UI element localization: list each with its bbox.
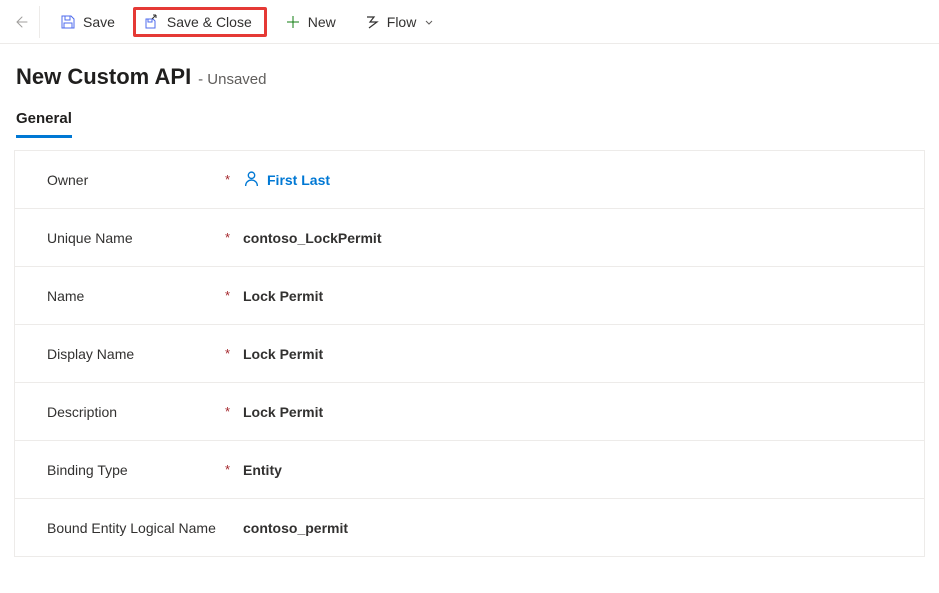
owner-name: First Last bbox=[267, 172, 330, 188]
field-binding-type[interactable]: Binding Type * Entity bbox=[15, 441, 924, 499]
plus-icon bbox=[285, 14, 301, 30]
owner-lookup-value[interactable]: First Last bbox=[243, 170, 330, 190]
required-mark: * bbox=[225, 230, 243, 245]
form-tabs: General bbox=[0, 98, 939, 138]
page-title: New Custom API bbox=[16, 64, 191, 89]
field-value: Lock Permit bbox=[243, 346, 323, 362]
field-unique-name[interactable]: Unique Name * contoso_LockPermit bbox=[15, 209, 924, 267]
field-label: Display Name bbox=[47, 346, 225, 362]
field-name[interactable]: Name * Lock Permit bbox=[15, 267, 924, 325]
save-close-icon bbox=[144, 14, 160, 30]
field-label: Unique Name bbox=[47, 230, 225, 246]
field-bound-entity-logical-name[interactable]: Bound Entity Logical Name contoso_permit bbox=[15, 499, 924, 557]
flow-button[interactable]: Flow bbox=[354, 8, 448, 36]
save-icon bbox=[60, 14, 76, 30]
field-description[interactable]: Description * Lock Permit bbox=[15, 383, 924, 441]
person-icon bbox=[243, 170, 260, 190]
required-mark: * bbox=[225, 404, 243, 419]
new-button-label: New bbox=[308, 14, 336, 30]
save-button-label: Save bbox=[83, 14, 115, 30]
chevron-down-icon bbox=[421, 14, 437, 30]
arrow-left-icon bbox=[12, 14, 28, 30]
required-mark: * bbox=[225, 462, 243, 477]
field-value: contoso_LockPermit bbox=[243, 230, 381, 246]
required-mark: * bbox=[225, 172, 243, 187]
page-header: New Custom API - Unsaved bbox=[0, 44, 939, 98]
field-label: Bound Entity Logical Name bbox=[47, 520, 225, 536]
field-label: Name bbox=[47, 288, 225, 304]
field-label: Description bbox=[47, 404, 225, 420]
flow-button-label: Flow bbox=[387, 14, 417, 30]
flow-icon bbox=[364, 14, 380, 30]
field-owner[interactable]: Owner * First Last bbox=[15, 151, 924, 209]
form-section: Owner * First Last Unique Name * contoso… bbox=[14, 150, 925, 557]
new-button[interactable]: New bbox=[275, 8, 346, 36]
page-subtitle: - Unsaved bbox=[198, 71, 266, 88]
tab-general[interactable]: General bbox=[16, 110, 72, 138]
required-mark: * bbox=[225, 346, 243, 361]
command-bar: Save Save & Close New Flow bbox=[0, 0, 939, 44]
back-button[interactable] bbox=[8, 6, 40, 38]
field-value: Entity bbox=[243, 462, 282, 478]
field-label: Owner bbox=[47, 172, 225, 188]
save-and-close-button[interactable]: Save & Close bbox=[133, 7, 267, 37]
save-and-close-button-label: Save & Close bbox=[167, 14, 252, 30]
field-label: Binding Type bbox=[47, 462, 225, 478]
field-value: contoso_permit bbox=[243, 520, 348, 536]
required-mark: * bbox=[225, 288, 243, 303]
field-value: Lock Permit bbox=[243, 404, 323, 420]
save-button[interactable]: Save bbox=[50, 8, 125, 36]
field-display-name[interactable]: Display Name * Lock Permit bbox=[15, 325, 924, 383]
field-value: Lock Permit bbox=[243, 288, 323, 304]
